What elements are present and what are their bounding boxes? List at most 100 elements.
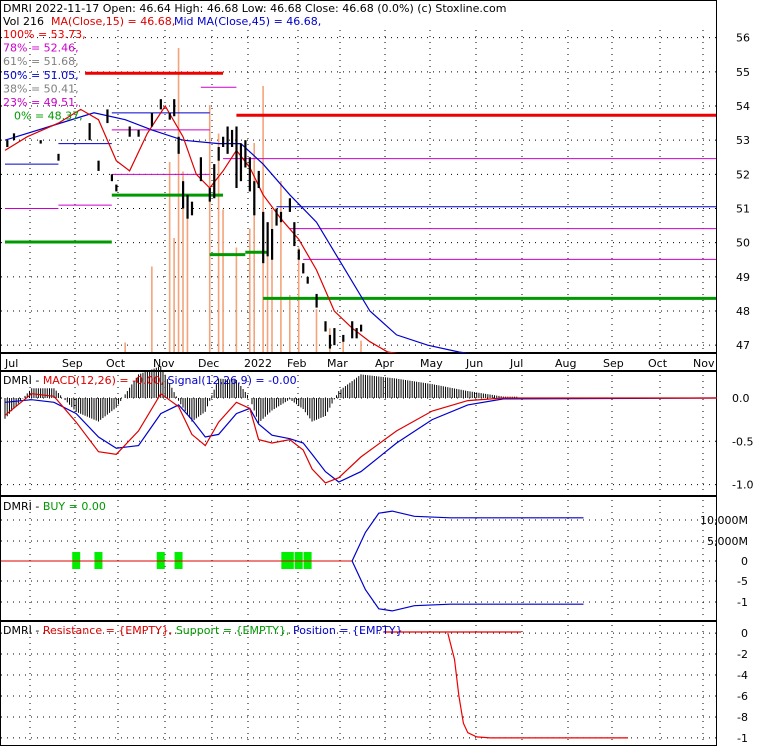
price-bar [279, 211, 283, 223]
date-tick-label: Aug [555, 357, 576, 370]
price-bar [257, 170, 260, 188]
buy-header: DMRI - BUY = 0.00 [3, 500, 106, 513]
buy-upper-curve [351, 510, 584, 562]
price-bar [199, 157, 202, 182]
volume-bar [186, 219, 189, 352]
date-tick-label: Apr [375, 357, 395, 370]
price-bar [173, 99, 176, 117]
rsp-grid [1, 625, 716, 744]
rsp-header-support: Support = {EMPTY}, [176, 624, 290, 637]
fib-label: 38% = 50.41, [3, 82, 79, 95]
price-y-axis: 56 55 54 53 52 51 50 49 48 47 [736, 32, 750, 352]
buy-y-axis: 10,000M 5,000M 0 -5 -1 [700, 514, 748, 609]
rsp-tick-label: -4 [737, 669, 748, 682]
date-tick-label: Mar [327, 357, 348, 370]
buy-tick-label: -1 [737, 596, 748, 609]
macd-header-name: DMRI - [3, 374, 43, 387]
price-bar [324, 321, 327, 332]
rsp-y-axis: 0 -2 -4 -6 -8 -1 [737, 627, 748, 745]
volume-bar [222, 209, 224, 352]
price-bar [168, 112, 171, 120]
macd-y-axis: 0.0 -0.5 -1.0 [732, 392, 753, 492]
price-tick-label: 52 [736, 168, 750, 181]
macd-header-signal: Signal(12,26,9) = -0.00 [168, 374, 297, 387]
buy-header-value: BUY = 0.00 [43, 500, 106, 513]
rsp-tick-label: -8 [737, 711, 748, 724]
date-tick-label: Dec [198, 357, 219, 370]
price-bar [150, 112, 154, 127]
date-tick-label: Jul [4, 357, 18, 370]
price-bar [159, 99, 162, 110]
price-bar [253, 181, 256, 216]
rsp-tick-label: 0 [741, 627, 748, 640]
price-grid [1, 30, 716, 350]
fib-label: 50% = 51.05, [3, 69, 79, 82]
volume-bar [151, 266, 153, 352]
price-panel: 56 55 54 53 52 51 50 49 48 47 DMRI 2022-11-17 Ope… [0, 0, 750, 357]
price-bar [244, 140, 247, 168]
volume-bar [177, 48, 180, 352]
price-bar [355, 328, 358, 339]
date-tick-label: Jul [509, 357, 523, 370]
price-bar [235, 126, 238, 188]
buy-tick-label: 5,000M [707, 535, 748, 548]
price-bar [217, 147, 220, 161]
price-bar [186, 194, 189, 219]
price-bar [333, 328, 336, 346]
buy-lower-curve [351, 560, 584, 612]
date-tick-label: Sep [62, 357, 83, 370]
date-tick-label: Jun [465, 357, 483, 370]
fib-label: 23% = 49.51, [3, 96, 79, 109]
price-bar [110, 174, 113, 182]
stock-chart: 56 55 54 53 52 51 50 49 48 47 DMRI 2022-11-17 Ope… [0, 0, 753, 746]
rsp-tick-label: -1 [737, 732, 748, 745]
price-bar [97, 160, 100, 171]
rsp-header-position: Position = {EMPTY} [293, 624, 403, 637]
price-bar [293, 222, 296, 247]
price-tick-label: 51 [736, 203, 750, 216]
ma45-label: Mid MA(Close,45) = 46.68, [174, 15, 321, 28]
rsp-header-name: DMRI - [3, 624, 43, 637]
price-bar [302, 263, 305, 274]
price-bar [360, 324, 363, 332]
price-bar [342, 334, 345, 342]
price-bars [6, 99, 363, 349]
date-tick-label: Nov [693, 357, 715, 370]
date-tick-label: May [420, 357, 443, 370]
price-bar [226, 126, 229, 154]
price-bar [328, 334, 332, 349]
buy-tick-label: 0 [741, 555, 748, 568]
price-bar [315, 293, 318, 308]
price-bar [88, 123, 91, 141]
volume-bar [360, 340, 362, 352]
rsp-header-resistance: Resistance = {EMPTY}, [43, 624, 173, 637]
macd-header-macd: MACD(12,26) = -0.00, [43, 374, 164, 387]
fib-label: 0% = 48.37, [14, 110, 83, 123]
price-bar [222, 136, 225, 147]
volume-bar [173, 238, 175, 352]
fib-label: 100% = 53.73, [3, 28, 86, 41]
volume-label: Vol 216 [3, 15, 44, 28]
date-tick-label: Oct [648, 357, 668, 370]
fib-labels: 100% = 53.73,78% = 52.46,61% = 51.68,50%… [3, 28, 86, 123]
rsp-tick-label: -2 [737, 648, 748, 661]
price-bar [6, 140, 9, 147]
macd-header: DMRI - MACD(12,26) = -0.00, Signal(12,26… [3, 374, 297, 387]
price-bar [239, 143, 243, 182]
price-bar [190, 201, 194, 216]
buy-tick-label: -5 [737, 575, 748, 588]
price-bar [106, 109, 109, 124]
price-bar [306, 276, 309, 284]
price-bar [266, 222, 269, 257]
date-tick-label: Sep [603, 357, 624, 370]
price-tick-label: 55 [736, 66, 750, 79]
fib-label: 61% = 51.68, [3, 55, 79, 68]
price-tick-label: 54 [736, 100, 750, 113]
price-tick-label: 56 [736, 32, 750, 45]
volume-bar [289, 295, 291, 352]
date-tick-label: Oct [106, 357, 126, 370]
price-bar [271, 229, 274, 260]
volume-bar [168, 162, 171, 352]
macd-tick-label: -1.0 [732, 479, 753, 492]
price-bar [213, 164, 216, 199]
